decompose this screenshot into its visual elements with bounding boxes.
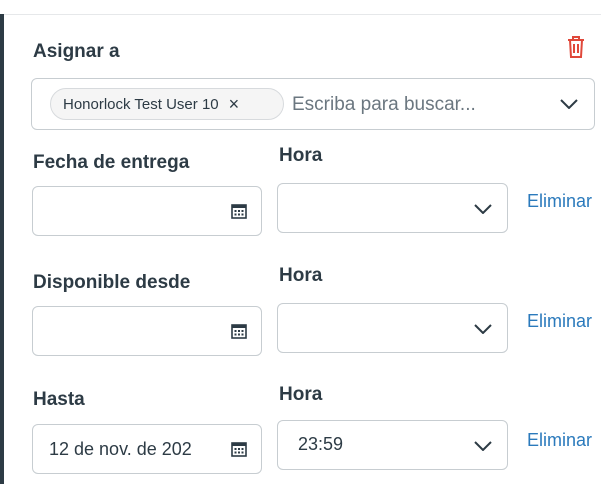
calendar-icon[interactable] <box>231 441 247 457</box>
assign-card: Asignar a Honorlock Test User 10 × Fecha… <box>0 0 601 499</box>
available-from-label: Disponible desde <box>33 272 191 293</box>
due-time-label: Hora <box>279 145 323 166</box>
chevron-down-icon <box>474 324 492 334</box>
due-date-input[interactable] <box>32 186 262 236</box>
until-time-select[interactable]: 23:59 <box>277 420 508 470</box>
available-from-date-input[interactable] <box>32 306 262 356</box>
remove-available-from-link[interactable]: Eliminar <box>527 311 592 332</box>
assignee-chip[interactable]: Honorlock Test User 10 × <box>50 88 284 120</box>
until-label: Hasta <box>33 389 85 410</box>
until-date-value: 12 de nov. de 202 <box>49 439 192 459</box>
chevron-down-icon[interactable] <box>560 99 578 109</box>
assign-search-input[interactable] <box>290 89 544 121</box>
calendar-icon[interactable] <box>231 323 247 339</box>
due-time-select[interactable] <box>277 183 508 233</box>
trash-icon[interactable] <box>566 35 586 59</box>
assign-to-combobox[interactable]: Honorlock Test User 10 × <box>31 78 595 130</box>
assignee-chip-label: Honorlock Test User 10 <box>63 95 219 113</box>
assign-label: Asignar a <box>33 41 120 62</box>
available-from-time-label: Hora <box>279 265 323 286</box>
remove-until-link[interactable]: Eliminar <box>527 430 592 451</box>
remove-due-date-link[interactable]: Eliminar <box>527 191 592 212</box>
until-time-label: Hora <box>279 384 323 405</box>
available-from-time-select[interactable] <box>277 303 508 353</box>
chevron-down-icon <box>474 441 492 451</box>
chevron-down-icon <box>474 204 492 214</box>
until-time-value: 23:59 <box>298 434 344 454</box>
until-date-input[interactable]: 12 de nov. de 202 <box>32 424 262 474</box>
card-top-divider <box>4 14 601 15</box>
card-accent-bar <box>0 14 4 484</box>
calendar-icon[interactable] <box>231 203 247 219</box>
chip-remove-icon[interactable]: × <box>229 95 240 113</box>
due-date-label: Fecha de entrega <box>33 152 190 173</box>
